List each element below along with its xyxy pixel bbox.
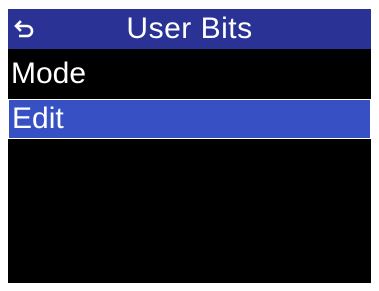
device-screen: User Bits Mode Edit bbox=[8, 9, 371, 283]
menu-item-edit[interactable]: Edit bbox=[8, 99, 371, 139]
page-title: User Bits bbox=[126, 12, 253, 45]
menu-item-mode[interactable]: Mode bbox=[8, 54, 371, 94]
menu-list: Mode Edit bbox=[8, 54, 371, 144]
title-bar: User Bits bbox=[8, 9, 371, 49]
